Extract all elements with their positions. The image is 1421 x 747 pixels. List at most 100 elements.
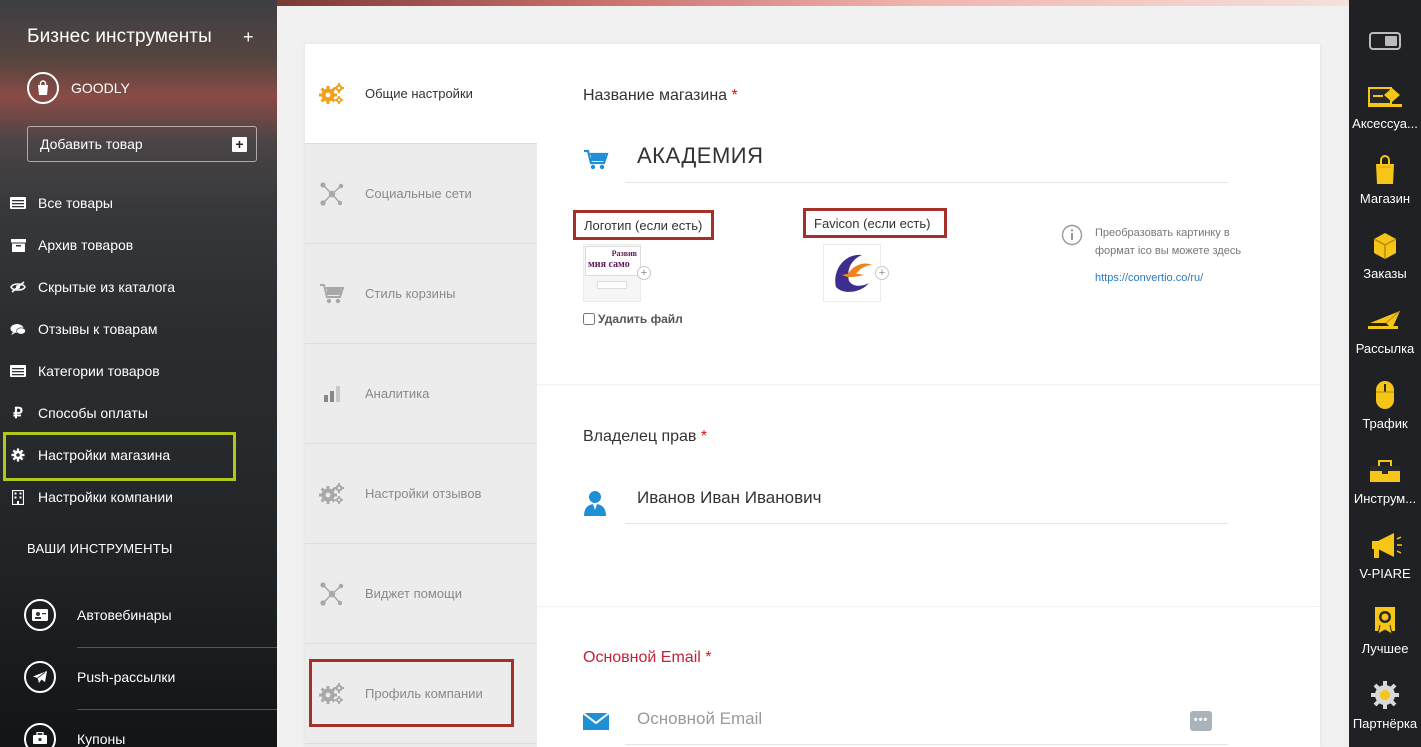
sidebar-item-archive[interactable]: Архив товаров bbox=[10, 235, 133, 255]
checkbox[interactable] bbox=[583, 313, 595, 325]
webinar-icon bbox=[24, 599, 56, 631]
more-options-button[interactable]: ••• bbox=[1190, 711, 1212, 731]
shop-selector[interactable]: GOODLY bbox=[27, 72, 130, 104]
tab-general-settings[interactable]: Общие настройки bbox=[305, 44, 537, 144]
right-item-accessories[interactable]: Аксессуа... bbox=[1349, 80, 1421, 131]
right-item-partner[interactable]: Партнёрка bbox=[1349, 680, 1421, 731]
shop-name: GOODLY bbox=[71, 80, 130, 96]
tab-social[interactable]: Социальные сети bbox=[305, 144, 537, 244]
sidebar-item-label: Категории товаров bbox=[38, 363, 160, 379]
logo-text-2: мия само bbox=[588, 259, 630, 270]
logo-label: Логотип (если есть) bbox=[573, 210, 714, 240]
form-area: Название магазина * АКАДЕМИЯ Логотип (ес… bbox=[537, 44, 1320, 747]
field-underline bbox=[625, 182, 1228, 183]
convertio-link[interactable]: https://convertio.co/ru/ bbox=[1095, 272, 1203, 284]
divider bbox=[537, 384, 1320, 385]
owner-field[interactable]: Иванов Иван Иванович bbox=[583, 480, 1228, 524]
field-underline bbox=[625, 744, 1228, 745]
required-mark: * bbox=[700, 428, 708, 445]
required-mark: * bbox=[731, 87, 738, 104]
archive-icon bbox=[10, 237, 26, 253]
email-field[interactable]: Основной Email bbox=[582, 701, 1228, 745]
share-icon bbox=[319, 581, 345, 607]
shop-name-label: Название магазина * bbox=[583, 87, 738, 105]
add-product-label: Добавить товар bbox=[40, 136, 143, 152]
field-underline bbox=[625, 523, 1228, 524]
info-icon bbox=[1061, 224, 1083, 251]
toggle-switch[interactable] bbox=[1369, 32, 1401, 50]
right-item-mailing[interactable]: Рассылка bbox=[1349, 305, 1421, 356]
add-product-button[interactable]: Добавить товар + bbox=[27, 126, 257, 162]
list-icon bbox=[10, 363, 26, 379]
building-icon bbox=[10, 489, 26, 505]
sidebar-item-all-products[interactable]: Все товары bbox=[10, 193, 113, 213]
tab-label: Социальные сети bbox=[365, 186, 472, 201]
paper-plane-icon bbox=[24, 661, 56, 693]
user-icon bbox=[583, 490, 609, 516]
sidebar-item-payments[interactable]: ₽ Способы оплаты bbox=[10, 403, 148, 423]
sidebar-item-reviews[interactable]: Отзывы к товарам bbox=[10, 319, 158, 339]
email-input: Основной Email bbox=[637, 709, 763, 728]
accessories-icon bbox=[1368, 80, 1402, 110]
owner-label: Владелец прав * bbox=[583, 428, 707, 446]
right-item-tools[interactable]: Инструм... bbox=[1349, 455, 1421, 506]
shop-name-value: АКАДЕМИЯ bbox=[637, 143, 764, 168]
logo-upload[interactable]: Развив мия само bbox=[583, 244, 641, 302]
sidebar-item-hidden[interactable]: Скрытые из каталога bbox=[10, 277, 175, 297]
right-item-label: Магазин bbox=[1359, 191, 1411, 206]
envelope-icon bbox=[582, 711, 610, 737]
settings-panel: Общие настройки Социальные сети Стиль ко… bbox=[305, 44, 1320, 747]
partner-gear-icon bbox=[1368, 680, 1402, 710]
tab-analytics[interactable]: Аналитика bbox=[305, 344, 537, 444]
sidebar-item-label: Настройки компании bbox=[38, 489, 173, 505]
label-text: Основной Email bbox=[583, 649, 701, 666]
mouse-icon bbox=[1368, 380, 1402, 410]
right-item-shop[interactable]: Магазин bbox=[1349, 155, 1421, 206]
right-item-traffic[interactable]: Трафик bbox=[1349, 380, 1421, 431]
right-item-vpiare[interactable]: V-PIARE bbox=[1349, 530, 1421, 581]
coupon-icon bbox=[24, 723, 56, 747]
divider bbox=[77, 709, 277, 710]
right-item-label: Лучшее bbox=[1361, 641, 1409, 656]
tab-label: Виджет помощи bbox=[365, 586, 462, 601]
tab-cart-style[interactable]: Стиль корзины bbox=[305, 244, 537, 344]
tool-autowebinars[interactable]: Автовебинары bbox=[24, 599, 172, 631]
toolbox-icon bbox=[1368, 455, 1402, 485]
orders-icon bbox=[1368, 230, 1402, 260]
sidebar-item-label: Отзывы к товарам bbox=[38, 321, 158, 337]
logo-text-1: Развив bbox=[611, 249, 637, 258]
tab-help-widget[interactable]: Виджет помощи bbox=[305, 544, 537, 644]
tool-push[interactable]: Push-рассылки bbox=[24, 661, 175, 693]
tool-label: Push-рассылки bbox=[77, 669, 176, 685]
add-favicon-icon[interactable]: + bbox=[875, 266, 889, 280]
shopping-bag-icon bbox=[1368, 155, 1402, 185]
right-item-orders[interactable]: Заказы bbox=[1349, 230, 1421, 281]
gears-icon bbox=[319, 81, 345, 107]
tab-label: Аналитика bbox=[365, 386, 430, 401]
delete-file-checkbox[interactable]: Удалить файл bbox=[583, 312, 683, 326]
right-item-label: Заказы bbox=[1363, 266, 1407, 281]
owner-value: Иванов Иван Иванович bbox=[637, 488, 822, 507]
divider bbox=[537, 606, 1320, 607]
sidebar-item-company-settings[interactable]: Настройки компании bbox=[10, 487, 173, 507]
right-item-label: Аксессуа... bbox=[1352, 116, 1418, 131]
email-label: Основной Email * bbox=[583, 649, 712, 667]
tools-section-title: ВАШИ ИНСТРУМЕНТЫ bbox=[27, 541, 173, 556]
favicon-upload[interactable] bbox=[823, 244, 881, 302]
tab-review-settings[interactable]: Настройки отзывов bbox=[305, 444, 537, 544]
label-text: Владелец прав bbox=[583, 428, 697, 445]
info-text: Преобразовать картинку в формат ico вы м… bbox=[1095, 227, 1242, 257]
right-item-best[interactable]: Лучшее bbox=[1349, 605, 1421, 656]
add-logo-icon[interactable]: + bbox=[637, 266, 651, 280]
highlight-frame bbox=[309, 659, 514, 727]
add-tool-button[interactable]: + bbox=[243, 27, 254, 48]
shop-name-field[interactable]: АКАДЕМИЯ bbox=[583, 139, 1228, 183]
tool-label: Купоны bbox=[77, 731, 126, 747]
ruble-icon: ₽ bbox=[13, 405, 23, 422]
cart-icon bbox=[583, 149, 609, 175]
tool-coupons[interactable]: Купоны bbox=[24, 723, 125, 747]
shopping-bag-icon bbox=[27, 72, 59, 104]
sidebar-item-categories[interactable]: Категории товаров bbox=[10, 361, 160, 381]
logo-preview-bar bbox=[597, 281, 627, 289]
right-item-label: Инструм... bbox=[1353, 491, 1417, 506]
